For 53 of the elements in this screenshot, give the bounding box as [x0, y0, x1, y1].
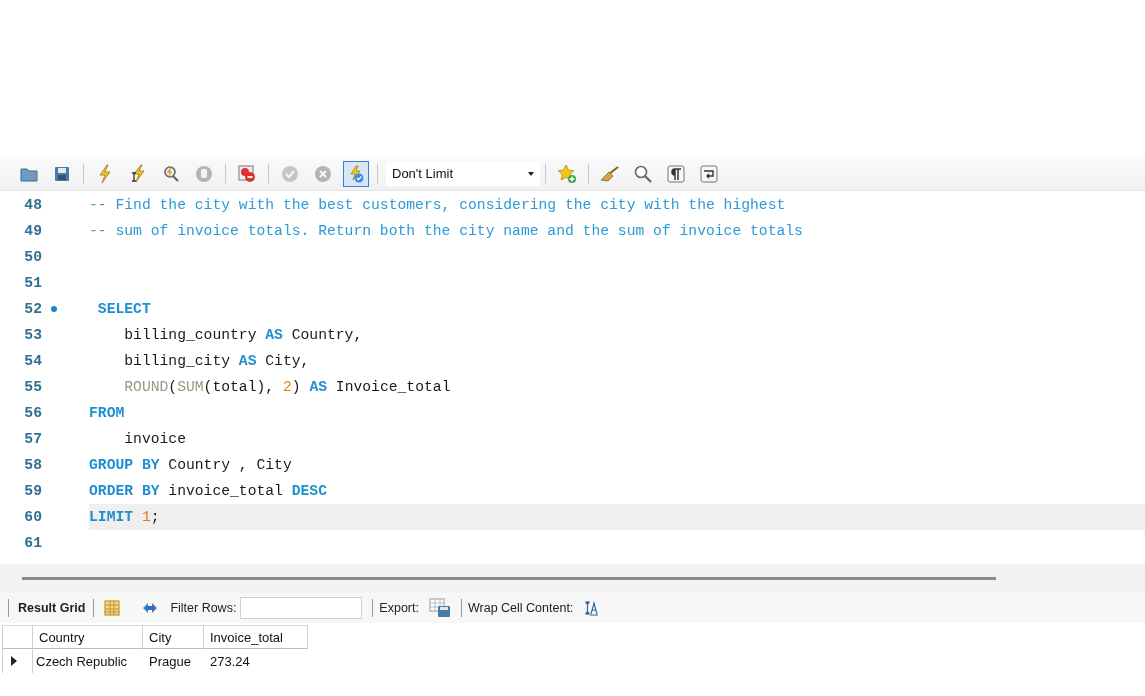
result-grid-tab[interactable]: Result Grid [13, 601, 90, 615]
line-number: 61 [23, 535, 42, 551]
column-header[interactable]: City [143, 625, 204, 649]
grid-columns-icon[interactable] [104, 600, 121, 616]
search-icon [633, 163, 653, 184]
line-number: 51 [23, 275, 42, 291]
table-cell-text: Czech Republic [35, 652, 129, 671]
line-number: 57 [23, 431, 42, 447]
wrap-label: Wrap Cell Content: [467, 601, 574, 615]
lightning-check-button[interactable] [343, 160, 369, 187]
row-header[interactable] [2, 649, 33, 673]
cancel-icon [313, 163, 333, 184]
line-number: 58 [23, 457, 42, 473]
scrollbar[interactable] [22, 577, 996, 580]
export-label: Export: [379, 601, 419, 615]
stop-sign-icon [237, 163, 257, 184]
column-header[interactable]: Country [33, 625, 143, 649]
code-line: billing_country AS Country, [123, 327, 363, 343]
table-cell-text: Prague [148, 652, 192, 671]
pilcrow-icon [666, 163, 686, 184]
line-number: 55 [23, 379, 42, 395]
code-line: ROUND(SUM(total), 2) AS Invoice_total [123, 379, 451, 395]
check-icon [280, 163, 300, 184]
code-line: ORDER BY invoice_total DESC [89, 483, 327, 499]
code-line: -- Find the city with the best customers, considering the city with the highest [89, 197, 786, 213]
export-icon[interactable] [428, 598, 451, 618]
code-line: GROUP BY Country , City [89, 457, 292, 473]
line-number: 50 [23, 249, 42, 265]
code-line: SELECT [96, 301, 151, 317]
line-number: 48 [23, 197, 42, 213]
magnifier-lightning-icon [161, 163, 181, 184]
limit-dropdown[interactable]: Don't Limit [386, 161, 540, 186]
wrap-icon [699, 163, 719, 184]
code-line: invoice [123, 431, 186, 447]
line-number: 60 [23, 509, 42, 525]
broom-icon [600, 163, 620, 184]
code-line: FROM [89, 405, 125, 421]
star-plus-icon [557, 163, 577, 184]
filter-label: Filter Rows: [170, 601, 237, 615]
line-number: 53 [23, 327, 42, 343]
table-cell-text: 273.24 [209, 652, 251, 671]
line-number: 49 [23, 223, 42, 239]
corner-cell [2, 625, 33, 649]
code-line: billing_city AS City, [123, 353, 310, 369]
filter-field[interactable] [240, 597, 363, 619]
code-line: LIMIT 1; [89, 509, 160, 525]
line-number: 56 [23, 405, 42, 421]
line-number: 59 [23, 483, 42, 499]
line-number: 54 [23, 353, 42, 369]
line-number: 52 [23, 301, 42, 317]
wrap-cell-icon[interactable] [583, 600, 600, 616]
column-header[interactable]: Invoice_total [204, 625, 308, 649]
code-line: -- sum of invoice totals. Return both the city name and the sum of invoice totals [89, 223, 803, 239]
